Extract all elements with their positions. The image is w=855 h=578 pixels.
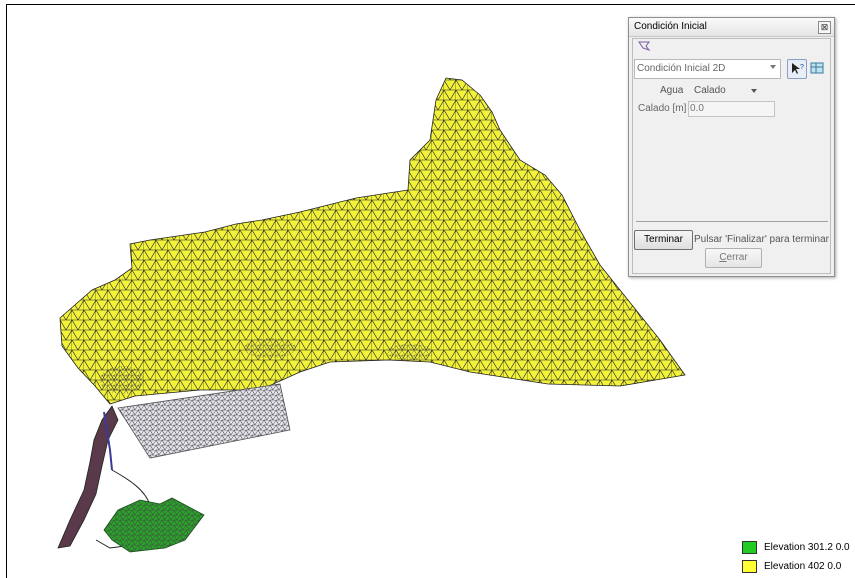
select-entities-button[interactable]: ?: [787, 59, 807, 79]
dense-mesh-area: [244, 338, 296, 358]
condition-type-value: Condición Inicial 2D: [637, 63, 726, 74]
depth-input[interactable]: 0.0: [688, 101, 775, 117]
terminate-button[interactable]: Terminar: [634, 230, 693, 250]
depth-value: 0.0: [690, 103, 704, 114]
chevron-down-icon[interactable]: [751, 89, 757, 93]
legend-swatch: [742, 560, 757, 573]
close-button[interactable]: Cerrar: [705, 248, 762, 268]
yellow-mesh-lines: [59, 77, 686, 405]
water-label: Agua: [660, 85, 684, 96]
legend-label: Elevation 402 0.0: [764, 561, 842, 572]
close-button-mnemonic: C: [719, 252, 727, 263]
dialog-title: Condición Inicial: [634, 21, 707, 32]
close-icon[interactable]: ⊠: [818, 21, 831, 34]
close-button-label: errar: [726, 252, 748, 263]
legend-swatch: [742, 541, 757, 554]
status-message: Pulsar 'Finalizar' para terminar la: [694, 234, 830, 245]
yellow-mesh-region: [59, 77, 686, 405]
dense-mesh-area: [386, 344, 434, 360]
svg-text:?: ?: [800, 64, 804, 71]
table-icon[interactable]: [810, 61, 826, 75]
chevron-down-icon: [770, 65, 776, 69]
depth-label: Calado [m]: [638, 103, 687, 114]
dialog-scrollbar[interactable]: [636, 221, 828, 230]
dense-mesh-area: [100, 366, 144, 394]
green-mesh-lines: [104, 498, 204, 552]
water-type-select[interactable]: Calado: [694, 85, 726, 96]
cursor-help-icon: ?: [792, 63, 804, 74]
condition-type-select[interactable]: Condición Inicial 2D: [634, 59, 781, 79]
pin-icon[interactable]: [637, 40, 651, 52]
legend-label: Elevation 301.2 0.0: [764, 542, 850, 553]
dialog-titlebar[interactable]: Condición Inicial ⊠: [629, 18, 834, 37]
